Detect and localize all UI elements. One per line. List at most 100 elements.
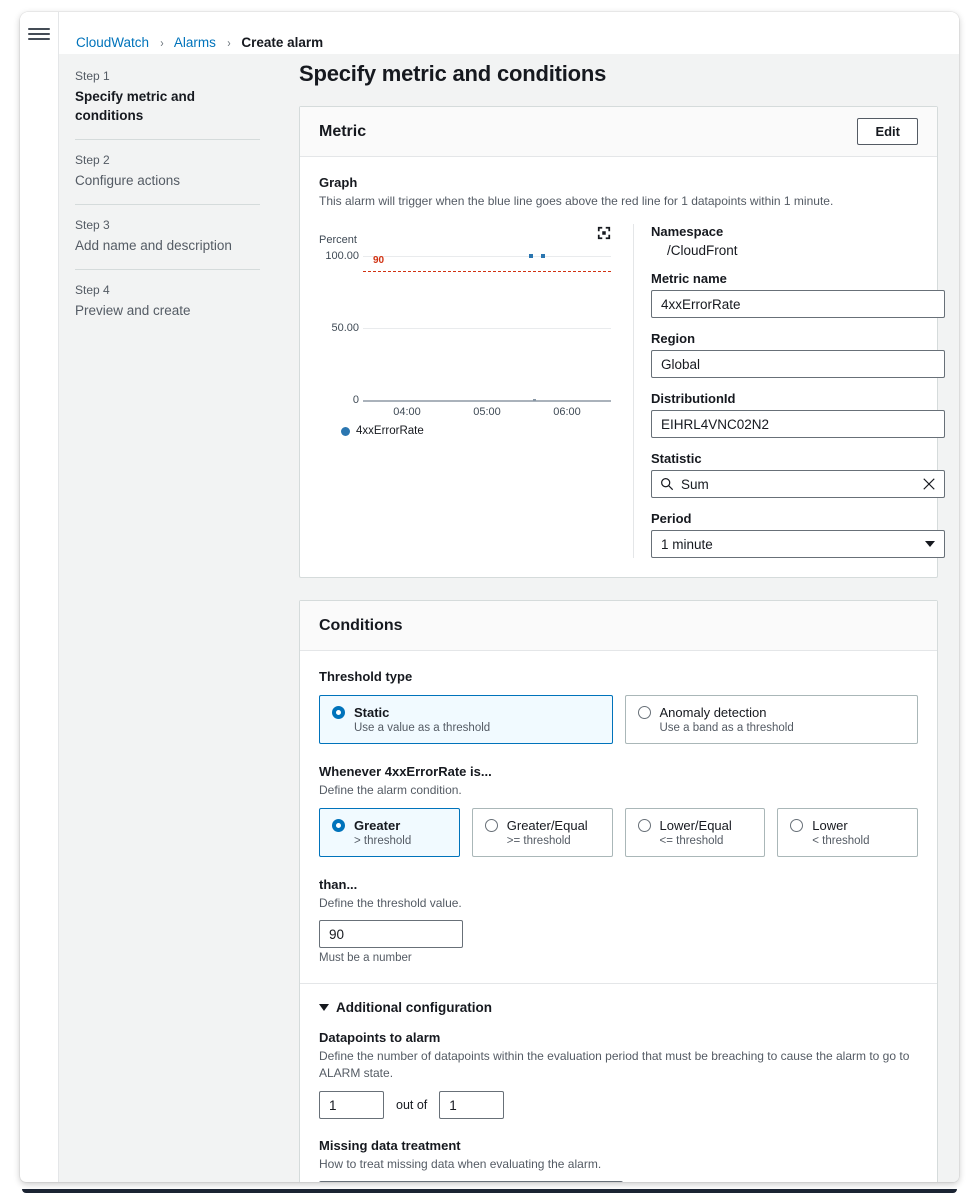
threshold-type-anomaly[interactable]: Anomaly detection Use a band as a thresh…: [624, 695, 918, 744]
evaluation-periods-input[interactable]: [439, 1091, 505, 1119]
period-value: 1 minute: [661, 536, 713, 552]
radio-icon-static[interactable]: [332, 706, 345, 719]
metric-card-title: Metric: [319, 122, 367, 140]
threshold-type-label: Threshold type: [319, 669, 413, 684]
radio-icon-greater-equal[interactable]: [484, 819, 498, 832]
metric-card-body: Graph This alarm will trigger when the b…: [300, 157, 945, 577]
distribution-id-input[interactable]: [651, 410, 945, 438]
breadcrumb-item-create-alarm: Create alarm: [241, 35, 324, 50]
step-1-number: Step 1: [75, 69, 110, 83]
period-label: Period: [651, 511, 692, 526]
step-item-3[interactable]: Step 3 Add name and description: [75, 204, 260, 269]
metric-name-input[interactable]: [651, 290, 945, 318]
browser-window: CloudWatch › Alarms › Create alarm Step …: [20, 12, 959, 1182]
chart-gridline: [363, 328, 611, 329]
datapoints-to-alarm-section: Datapoints to alarm Define the number of…: [319, 1029, 918, 1119]
operator-lower-equal-title: Lower/Equal: [659, 818, 732, 833]
threshold-type-static-main: Static: [332, 705, 600, 720]
step-item-1[interactable]: Step 1 Specify metric and conditions: [75, 60, 260, 139]
region-label: Region: [651, 331, 696, 346]
step-2-title: Configure actions: [75, 173, 181, 188]
additional-configuration-toggle[interactable]: Additional configuration: [319, 1000, 918, 1015]
than-label: than...: [319, 877, 358, 892]
data-point: [541, 254, 545, 258]
breadcrumb-item-alarms[interactable]: Alarms: [174, 35, 216, 50]
operator-greater-equal-main: Greater/Equal: [484, 818, 600, 833]
step-item-4[interactable]: Step 4 Preview and create: [75, 269, 260, 334]
operator-greater-sub: > threshold: [354, 835, 412, 847]
namespace-field: Namespace /CloudFront: [651, 224, 945, 258]
metric-details-column: Namespace /CloudFront Metric name Region: [633, 224, 945, 558]
conditions-card: Conditions Threshold type Static Use a v…: [299, 600, 938, 1182]
data-point: [529, 254, 533, 258]
threshold-type-anomaly-title: Anomaly detection: [659, 705, 767, 720]
edit-button[interactable]: Edit: [857, 118, 918, 145]
operator-lower-sub: < threshold: [812, 835, 870, 847]
statistic-input[interactable]: [651, 470, 945, 498]
missing-data-description: How to treat missing data when evaluatin…: [319, 1157, 602, 1171]
threshold-type-anomaly-main: Anomaly detection: [637, 705, 906, 720]
section-divider: [300, 983, 937, 984]
operator-greater[interactable]: Greater > threshold: [319, 808, 460, 857]
metric-card: Metric Edit Graph This alarm will trigge…: [299, 106, 945, 578]
top-bar: CloudWatch › Alarms › Create alarm: [20, 12, 959, 54]
whenever-label: Whenever 4xxErrorRate is...: [319, 764, 492, 779]
threshold-type-static-title: Static: [354, 705, 390, 720]
conditions-card-body: Threshold type Static Use a value as a t…: [300, 651, 937, 1182]
step-4-number: Step 4: [75, 283, 110, 297]
statistic-field: Statistic: [651, 451, 945, 498]
missing-data-section: Missing data treatment How to treat miss…: [319, 1137, 918, 1182]
close-icon[interactable]: [922, 477, 936, 491]
threshold-line: [363, 271, 611, 272]
operator-lower-title: Lower: [812, 818, 848, 833]
threshold-label: 90: [373, 255, 385, 266]
radio-icon-anomaly[interactable]: [637, 706, 651, 719]
step-3-number: Step 3: [75, 218, 110, 232]
datapoints-input[interactable]: [319, 1091, 384, 1119]
missing-data-label: Missing data treatment: [319, 1138, 461, 1153]
chart-ytick-0: 0: [352, 394, 359, 406]
threshold-value-input[interactable]: [319, 920, 463, 948]
threshold-type-static[interactable]: Static Use a value as a threshold: [319, 695, 613, 744]
hamburger-icon[interactable]: [28, 28, 50, 44]
chart-xtick-0600: 06:00: [553, 406, 581, 418]
radio-icon-lower[interactable]: [790, 819, 804, 832]
radio-icon-greater[interactable]: [332, 819, 345, 832]
chart-y-axis-label: Percent: [319, 234, 357, 246]
than-description: Define the threshold value.: [319, 896, 462, 910]
data-point-baseline: [533, 399, 536, 401]
operator-greater-equal-sub: >= threshold: [506, 835, 571, 847]
radio-icon-lower-equal[interactable]: [637, 819, 651, 832]
namespace-label: Namespace: [651, 224, 724, 239]
operator-lower-main: Lower: [790, 818, 905, 833]
metric-card-header: Metric Edit: [300, 107, 937, 157]
whenever-description: Define the alarm condition.: [319, 783, 462, 797]
operator-lower[interactable]: Lower < threshold: [777, 808, 918, 857]
threshold-type-anomaly-sub: Use a band as a threshold: [659, 722, 794, 734]
missing-data-select[interactable]: Treat missing data as missing: [319, 1181, 623, 1182]
chart-column: Percent 100.00 50.00 0 90 04:00 05:00 06…: [319, 224, 633, 558]
distribution-id-label: DistributionId: [651, 391, 736, 406]
datapoints-label: Datapoints to alarm: [319, 1030, 441, 1045]
legend-label: 4xxErrorRate: [356, 425, 424, 437]
metric-name-field: Metric name: [651, 271, 945, 318]
operator-lower-equal[interactable]: Lower/Equal <= threshold: [624, 808, 766, 857]
window-bottom-bar: [22, 1189, 957, 1193]
threshold-type-static-sub: Use a value as a threshold: [354, 722, 491, 734]
breadcrumb-item-cloudwatch[interactable]: CloudWatch: [76, 35, 149, 50]
graph-label: Graph: [319, 175, 358, 190]
metric-name-label: Metric name: [651, 271, 727, 286]
period-select[interactable]: 1 minute: [651, 530, 945, 558]
page-title: Specify metric and conditions: [299, 61, 607, 86]
step-2-number: Step 2: [75, 153, 110, 167]
datapoints-inputs: out of: [319, 1091, 918, 1119]
operator-greater-equal[interactable]: Greater/Equal >= threshold: [471, 808, 613, 857]
additional-configuration-section: Additional configuration Datapoints to a…: [319, 1000, 918, 1182]
whenever-section: Whenever 4xxErrorRate is... Define the a…: [319, 763, 918, 857]
region-input[interactable]: [651, 350, 945, 378]
chart-xtick-0500: 05:00: [473, 406, 501, 418]
chart-gridline: [363, 256, 611, 257]
step-item-2[interactable]: Step 2 Configure actions: [75, 139, 260, 204]
operator-greater-title: Greater: [354, 818, 401, 833]
breadcrumb: CloudWatch › Alarms › Create alarm: [76, 35, 323, 51]
